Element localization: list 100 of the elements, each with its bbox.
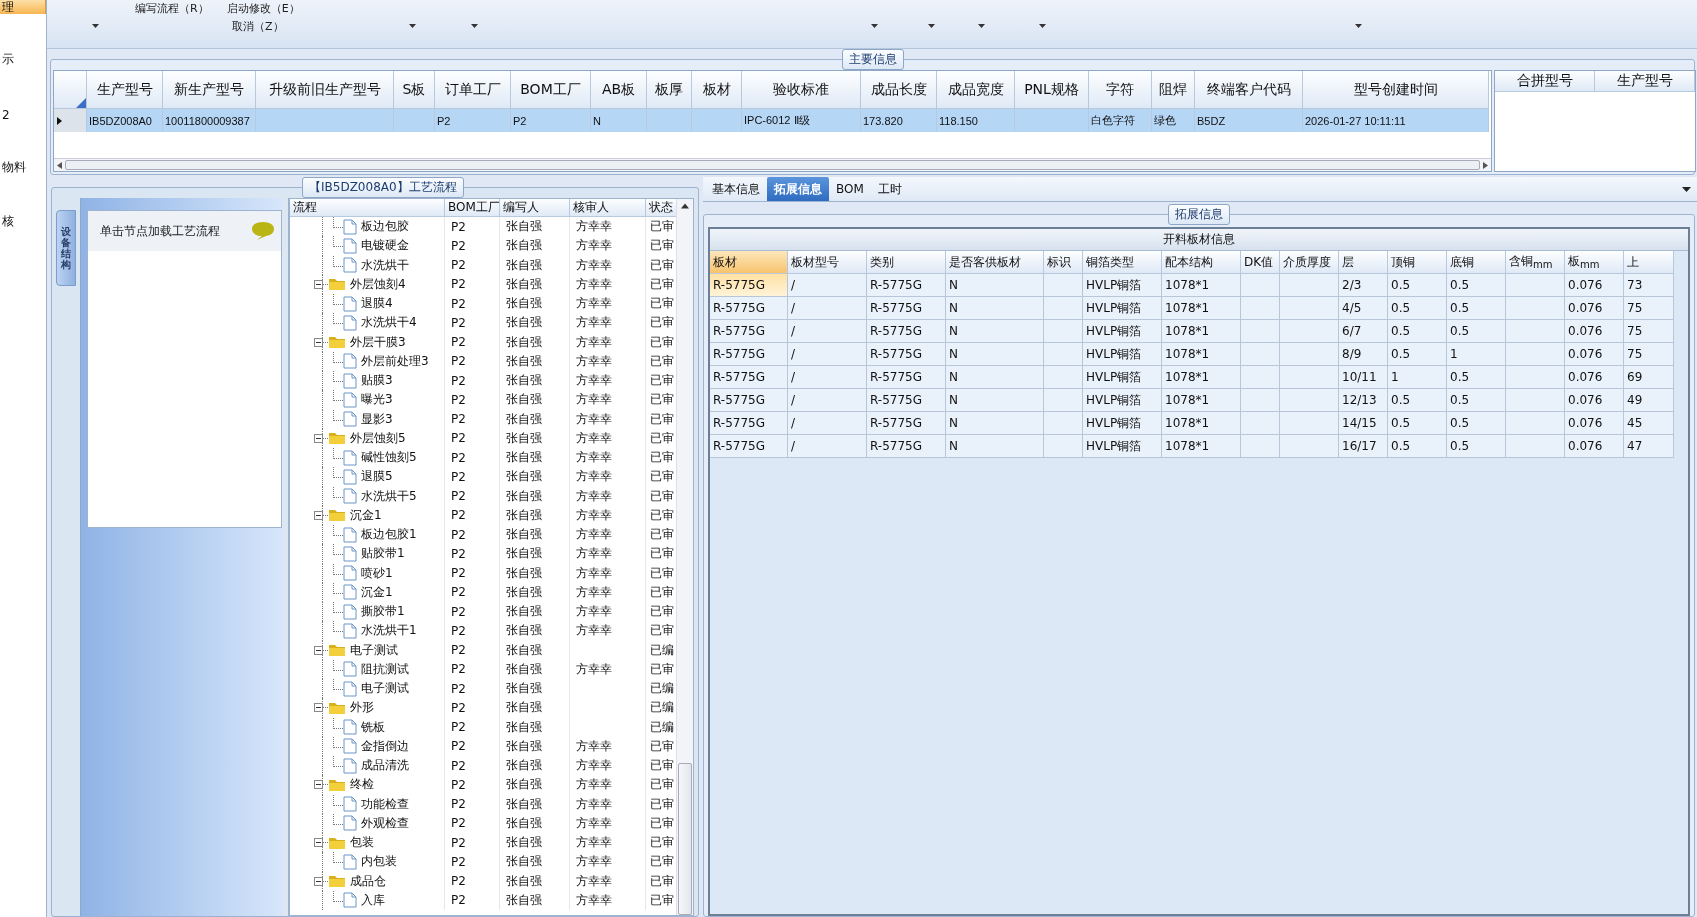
column-header[interactable]: 顶铜: [1388, 251, 1447, 274]
tab[interactable]: 工时: [870, 177, 909, 201]
dropdown-caret-icon[interactable]: [470, 24, 478, 28]
column-header[interactable]: 生产型号: [87, 71, 163, 109]
column-header[interactable]: 生产型号: [1595, 71, 1695, 92]
tree-node[interactable]: 金指倒边: [290, 736, 445, 756]
tree-node[interactable]: 阻抗测试: [290, 659, 445, 679]
column-header[interactable]: 类别: [867, 251, 946, 274]
tree-node[interactable]: 电子测试: [290, 679, 445, 699]
column-header[interactable]: 板$_{mm}$: [1565, 251, 1624, 274]
column-header[interactable]: 字符: [1089, 71, 1152, 109]
column-header[interactable]: 流程: [290, 199, 445, 217]
tree-node[interactable]: 水洗烘干: [290, 255, 445, 275]
column-header[interactable]: 订单工厂: [435, 71, 511, 109]
column-header[interactable]: 升级前旧生产型号: [256, 71, 394, 109]
tab[interactable]: 拓展信息: [767, 177, 829, 201]
dropdown-caret-icon[interactable]: [92, 24, 99, 28]
menu-item[interactable]: 2: [0, 68, 46, 122]
tree-node[interactable]: 外层干膜3: [290, 332, 445, 352]
tree-node[interactable]: 包装: [290, 833, 445, 853]
column-header[interactable]: 型号创建时间: [1303, 71, 1489, 109]
menu-item[interactable]: 物料: [0, 122, 46, 176]
vertical-tab[interactable]: 设备结构: [56, 210, 76, 286]
column-header[interactable]: 编写人: [500, 199, 570, 217]
column-header[interactable]: AB板: [591, 71, 647, 109]
tree-node[interactable]: 外层蚀刻5: [290, 428, 445, 448]
column-header[interactable]: 验收标准: [742, 71, 861, 109]
tree-node[interactable]: 功能检查: [290, 794, 445, 814]
tree-node[interactable]: 电子测试: [290, 640, 445, 660]
column-header[interactable]: 板材: [692, 71, 742, 109]
column-header[interactable]: 板材: [710, 251, 788, 274]
tree-node[interactable]: 贴胶带1: [290, 544, 445, 564]
column-header[interactable]: 层: [1339, 251, 1388, 274]
tree-node[interactable]: 沉金1: [290, 582, 445, 602]
dropdown-caret-icon[interactable]: [927, 24, 935, 28]
column-header[interactable]: 终端客户代码: [1195, 71, 1303, 109]
tree-node[interactable]: 成品清洗: [290, 756, 445, 776]
column-header[interactable]: 板厚: [647, 71, 692, 109]
tree-node[interactable]: 水洗烘干1: [290, 621, 445, 641]
dropdown-caret-icon[interactable]: [1682, 186, 1691, 192]
column-header[interactable]: S板: [394, 71, 435, 109]
column-header[interactable]: 介质厚度: [1280, 251, 1339, 274]
tree-node[interactable]: 板边包胶1: [290, 525, 445, 545]
toolbar-button[interactable]: 取消（Z）: [232, 18, 284, 34]
column-header[interactable]: BOM工厂: [445, 199, 500, 217]
tree-node[interactable]: 喷砂1: [290, 563, 445, 583]
column-header[interactable]: 是否客供板材: [946, 251, 1044, 274]
column-header[interactable]: 成品长度: [861, 71, 937, 109]
menu-item[interactable]: 示: [0, 14, 46, 68]
toolbar-button[interactable]: 启动修改（E）: [226, 0, 300, 16]
dropdown-caret-icon[interactable]: [1354, 24, 1362, 28]
scroll-thumb[interactable]: [678, 763, 692, 915]
scroll-left-icon[interactable]: [57, 161, 62, 169]
dropdown-caret-icon[interactable]: [1038, 24, 1046, 28]
tree-node[interactable]: 退膜5: [290, 467, 445, 487]
column-header[interactable]: 板材型号: [788, 251, 867, 274]
toolbar-button[interactable]: 编写流程（R）: [135, 0, 209, 16]
tree-node[interactable]: 电镀硬金: [290, 236, 445, 256]
tree-node[interactable]: 内包装: [290, 852, 445, 872]
tab[interactable]: 基本信息: [705, 177, 767, 201]
tree-node[interactable]: 曝光3: [290, 390, 445, 410]
column-header[interactable]: 标识: [1044, 251, 1083, 274]
tree-node[interactable]: 贴膜3: [290, 371, 445, 391]
column-header[interactable]: 含铜$_{mm}$: [1506, 251, 1565, 274]
menu-item[interactable]: 理: [0, 0, 46, 14]
tree-node[interactable]: 撕胶带1: [290, 602, 445, 622]
column-header[interactable]: 成品宽度: [937, 71, 1015, 109]
tree-node[interactable]: 退膜4: [290, 294, 445, 314]
column-header[interactable]: 上: [1624, 251, 1674, 274]
column-header[interactable]: 核审人: [570, 199, 646, 217]
column-header[interactable]: 阻焊: [1152, 71, 1195, 109]
column-header[interactable]: 铜箔类型: [1083, 251, 1162, 274]
tree-node[interactable]: 成品仓: [290, 871, 445, 891]
tree-node[interactable]: 沉金1: [290, 505, 445, 525]
tree-node[interactable]: 板边包胶: [290, 217, 445, 237]
tree-node[interactable]: 碱性蚀刻5: [290, 448, 445, 468]
tree-node[interactable]: 入库: [290, 890, 445, 910]
corner-triangle-icon[interactable]: [76, 98, 86, 108]
column-header[interactable]: BOM工厂: [511, 71, 591, 109]
tree-node[interactable]: 终检: [290, 775, 445, 795]
menu-item[interactable]: 核: [0, 176, 46, 230]
tab[interactable]: BOM: [829, 177, 871, 201]
dropdown-caret-icon[interactable]: [408, 24, 416, 28]
horizontal-scrollbar[interactable]: [54, 158, 1491, 171]
dropdown-caret-icon[interactable]: [977, 24, 985, 28]
tree-node[interactable]: 外层蚀刻4: [290, 274, 445, 294]
column-header[interactable]: PNL规格: [1015, 71, 1089, 109]
column-header[interactable]: 合拼型号: [1495, 71, 1595, 92]
column-header[interactable]: 底铜: [1447, 251, 1506, 274]
column-header[interactable]: 状态: [646, 199, 676, 217]
tree-node[interactable]: 铣板: [290, 717, 445, 737]
column-header[interactable]: DK值: [1241, 251, 1280, 274]
scroll-right-icon[interactable]: [1483, 161, 1488, 169]
tree-node[interactable]: 水洗烘干4: [290, 313, 445, 333]
tree-node[interactable]: 水洗烘干5: [290, 486, 445, 506]
tree-node[interactable]: 外形: [290, 698, 445, 718]
vertical-scrollbar[interactable]: [676, 199, 693, 915]
column-header[interactable]: 配本结构: [1162, 251, 1241, 274]
column-header[interactable]: 新生产型号: [163, 71, 256, 109]
tree-node[interactable]: 外层前处理3: [290, 351, 445, 371]
